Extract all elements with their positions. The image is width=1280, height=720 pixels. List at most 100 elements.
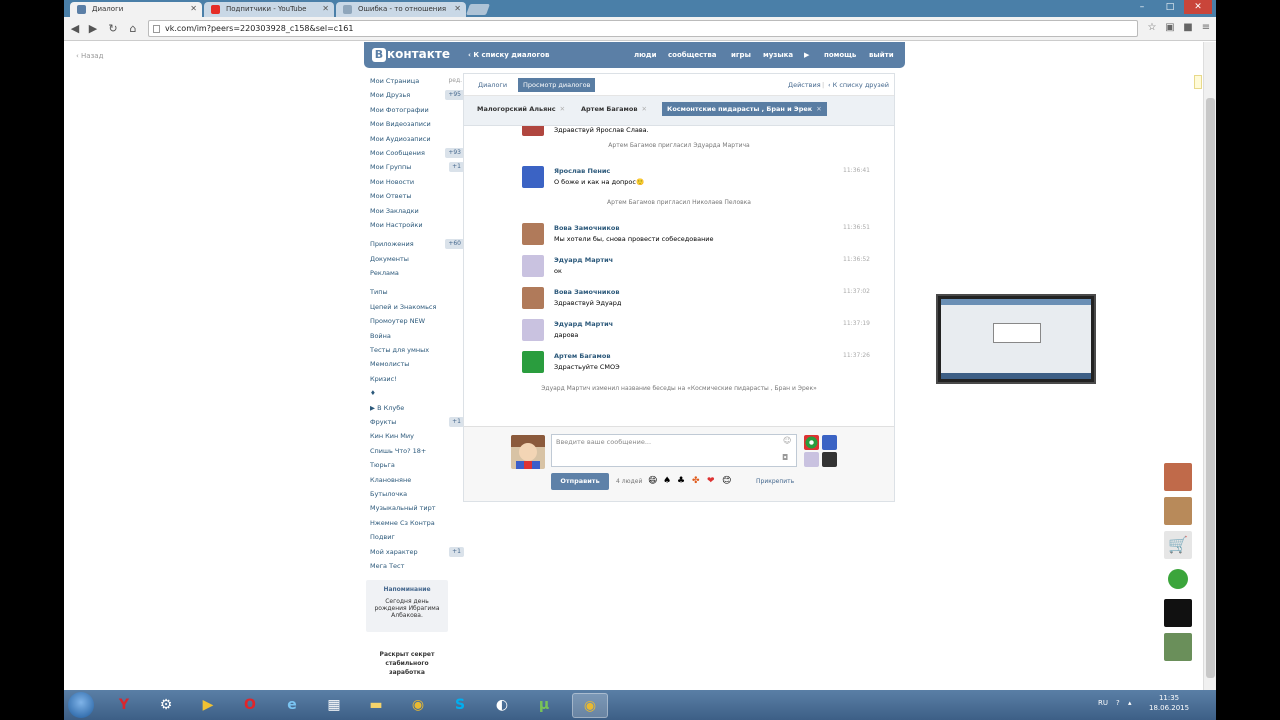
left-menu-item[interactable]: Тесты для умных: [370, 343, 466, 357]
left-menu-item[interactable]: Война: [370, 329, 466, 343]
folder-icon[interactable]: ▬: [358, 693, 394, 718]
left-menu-item[interactable]: Типы: [370, 285, 466, 299]
nav-games[interactable]: игры: [731, 51, 751, 59]
home-icon[interactable]: ⌂: [126, 22, 140, 35]
friend-avatar[interactable]: [1164, 599, 1192, 627]
extension-icon-2[interactable]: ■: [1182, 22, 1194, 34]
close-tab-icon[interactable]: ✕: [322, 4, 329, 13]
left-menu-item[interactable]: Музыкальный тирт: [370, 501, 466, 515]
left-menu-item[interactable]: Мои Закладки: [370, 204, 466, 218]
scrollbar[interactable]: [1203, 42, 1216, 692]
attach-link[interactable]: Прикрепить: [756, 478, 794, 485]
left-menu-item[interactable]: Мои Видеозаписи: [370, 117, 466, 131]
actions-link[interactable]: Действия: [788, 81, 821, 89]
nav-help[interactable]: помощь: [824, 51, 856, 59]
close-icon[interactable]: ✕: [560, 105, 565, 113]
avatar[interactable]: [522, 126, 544, 136]
my-avatar[interactable]: [511, 435, 545, 469]
left-menu-item[interactable]: Промоутер NEW: [370, 314, 466, 328]
smile-icon[interactable]: ☺: [783, 436, 791, 445]
reload-icon[interactable]: ↻: [106, 22, 120, 35]
close-tab-icon[interactable]: ✕: [454, 4, 461, 13]
left-menu-item[interactable]: Мемолисты: [370, 357, 466, 371]
back-arrow-icon[interactable]: ◀: [68, 22, 82, 35]
skype-icon[interactable]: S: [442, 693, 478, 718]
nav-people[interactable]: люди: [634, 51, 657, 59]
close-tab-icon[interactable]: ✕: [190, 4, 197, 13]
left-menu-item[interactable]: ▶ В Клубе: [370, 401, 466, 415]
extension-icon[interactable]: ▣: [1164, 22, 1176, 34]
left-menu-item[interactable]: Мега Тест: [370, 559, 466, 573]
bookmark-star-icon[interactable]: ☆: [1146, 22, 1158, 34]
tools-icon[interactable]: ⚙: [148, 693, 184, 718]
chrome-active-icon[interactable]: ◉: [572, 693, 608, 718]
avatar-flag[interactable]: [522, 351, 544, 373]
participant-avatar[interactable]: [822, 452, 837, 467]
close-window-button[interactable]: ✕: [1184, 0, 1212, 14]
people-count[interactable]: 4 людей: [616, 478, 642, 485]
nav-music[interactable]: музыка: [763, 51, 793, 59]
utorrent-icon[interactable]: µ: [526, 693, 562, 718]
promo-block[interactable]: Раскрыт секрет стабильного заработка: [366, 650, 448, 677]
language-indicator[interactable]: RU: [1098, 699, 1108, 707]
back-link[interactable]: ‹ Назад: [76, 52, 103, 60]
chat-chip-active[interactable]: Космонтские пидарасты , Бран и Эрек ✕: [662, 102, 827, 116]
left-menu-item[interactable]: Мои Группы +1: [370, 160, 466, 174]
left-menu-item[interactable]: Мои Друзья +95: [370, 88, 466, 102]
yandex-icon[interactable]: Y: [106, 693, 142, 718]
tray-arrow-icon[interactable]: ▴: [1128, 699, 1132, 707]
message-author[interactable]: Эдуард Мартич: [554, 320, 613, 328]
cart-icon[interactable]: 🛒: [1164, 531, 1192, 559]
send-button[interactable]: Отправить: [551, 473, 609, 490]
nav-logout[interactable]: выйти: [869, 51, 894, 59]
left-menu-item[interactable]: Кризис!: [370, 372, 466, 386]
clock[interactable]: 11:35 18.06.2015: [1149, 693, 1189, 713]
left-menu-item[interactable]: Мои Настройки: [370, 218, 466, 232]
participant-avatar[interactable]: [804, 435, 819, 450]
menu-icon[interactable]: ≡: [1200, 22, 1212, 34]
left-menu-item[interactable]: Мои Фотографии: [370, 103, 466, 117]
nav-communities[interactable]: сообщества: [668, 51, 717, 59]
message-input[interactable]: Введите ваше сообщение...: [551, 434, 797, 467]
left-menu-item[interactable]: Спишь Что? 18+: [370, 444, 466, 458]
emoji-icon[interactable]: 😄: [648, 476, 657, 486]
flower-icon[interactable]: ✤: [692, 476, 700, 486]
left-menu-item[interactable]: Бутылочка: [370, 487, 466, 501]
message-author[interactable]: Вова Замочников: [554, 224, 619, 232]
left-menu-item[interactable]: Тюрьга: [370, 458, 466, 472]
avatar-sonic[interactable]: [522, 166, 544, 188]
left-menu-item[interactable]: Нжемне Сз Контра: [370, 516, 466, 530]
play-icon[interactable]: ▶: [804, 51, 809, 59]
left-menu-item[interactable]: Мои Ответы: [370, 189, 466, 203]
address-bar[interactable]: vk.com/im?peers=220303928_c158&sel=c161: [148, 20, 1138, 37]
left-menu-item[interactable]: Цепей и Знакомься: [370, 300, 466, 314]
minimize-button[interactable]: –: [1128, 0, 1156, 14]
left-menu-item[interactable]: Фрукты +1: [370, 415, 466, 429]
camera-icon[interactable]: ◘: [782, 453, 788, 462]
message-author[interactable]: Ярослав Пенис: [554, 167, 610, 175]
left-menu-item[interactable]: Подвиг: [370, 530, 466, 544]
message-author[interactable]: Эдуард Мартич: [554, 256, 613, 264]
participant-avatar[interactable]: [822, 435, 837, 450]
avatar-anime[interactable]: [522, 255, 544, 277]
tab-view-dialogs[interactable]: Просмотр диалогов: [518, 78, 596, 92]
message-author[interactable]: Вова Замочников: [554, 288, 619, 296]
heart-icon[interactable]: ❤: [707, 476, 715, 486]
left-menu-item[interactable]: Приложения +60: [370, 237, 466, 251]
emoji-icon[interactable]: 😊: [722, 476, 731, 486]
friend-avatar[interactable]: [1164, 497, 1192, 525]
left-menu-item[interactable]: Мои Страница ред.: [370, 74, 466, 88]
start-button[interactable]: [68, 692, 94, 718]
steam-icon[interactable]: ◐: [484, 693, 520, 718]
left-menu-item[interactable]: ♦: [370, 386, 466, 400]
friend-avatar[interactable]: [1164, 633, 1192, 661]
notification-tab[interactable]: [1194, 75, 1202, 89]
message-author[interactable]: Артем Багамов: [554, 352, 610, 360]
friend-avatar[interactable]: [1164, 463, 1192, 491]
scroll-thumb[interactable]: [1206, 98, 1215, 678]
left-menu-item[interactable]: Клановняне: [370, 473, 466, 487]
avatar-girl[interactable]: [522, 287, 544, 309]
left-menu-item[interactable]: Мои Аудиозаписи: [370, 132, 466, 146]
ie-icon[interactable]: e: [274, 693, 310, 718]
left-menu-item[interactable]: Мой характер +1: [370, 545, 466, 559]
